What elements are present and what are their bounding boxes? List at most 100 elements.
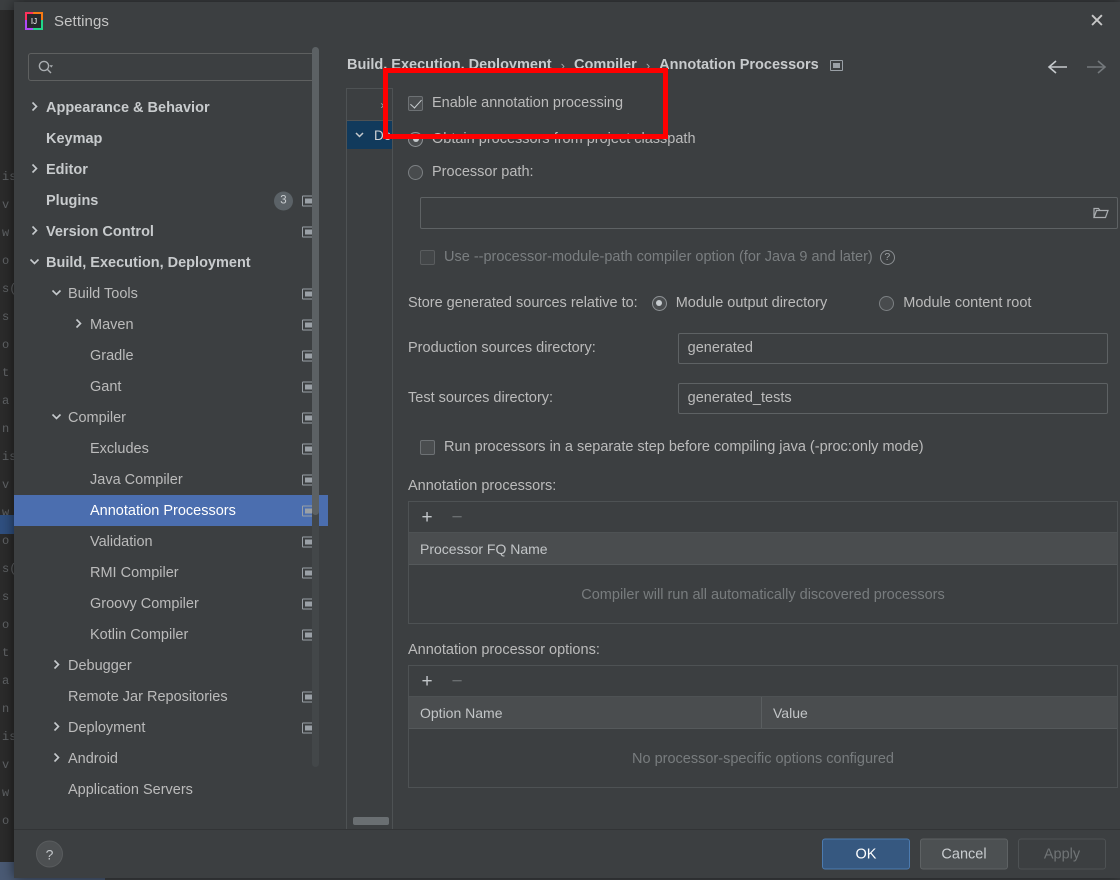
sidebar-item-debugger[interactable]: Debugger [14,650,328,681]
sidebar-item-label: Application Servers [68,781,193,798]
dialog-titlebar: IJ Settings ✕ [14,2,1120,41]
enable-annotation-processing-checkbox[interactable] [408,95,423,111]
production-sources-input[interactable] [677,332,1108,364]
breadcrumb-item[interactable]: Compiler [574,57,637,73]
arrow-left-icon[interactable] [1042,52,1074,82]
background-code-char: a [2,394,10,408]
processor-path-input[interactable] [420,197,1118,229]
sidebar-item-java-compiler[interactable]: Java Compiler [14,464,328,495]
background-code-char: n [2,422,10,436]
module-content-root-radio[interactable] [879,295,895,311]
sidebar-item-label: Groovy Compiler [90,595,199,612]
sidebar-item-kotlin-compiler[interactable]: Kotlin Compiler [14,619,328,650]
sidebar-item-editor[interactable]: Editor [14,154,328,185]
annotation-processors-body[interactable]: Compiler will run all automatically disc… [409,565,1117,624]
production-sources-row: Production sources directory: [408,329,1108,367]
annotation-processors-label: Annotation processors: [408,478,557,494]
column-header-value[interactable]: Value [761,697,1117,728]
chevron-down-icon[interactable] [50,410,65,425]
sidebar-item-label: Kotlin Compiler [90,626,189,643]
use-processor-module-path-checkbox[interactable] [420,249,435,265]
breadcrumb-item[interactable]: Build, Execution, Deployment [347,57,552,73]
test-sources-input[interactable] [677,382,1108,414]
sidebar-item-appearance-behavior[interactable]: Appearance & Behavior [14,92,328,123]
chevron-right-icon[interactable] [28,224,43,239]
chevron-right-icon[interactable] [28,100,43,115]
obtain-from-classpath-label: Obtain processors from project classpath [432,131,696,147]
module-strip-row[interactable]: De [347,121,392,149]
settings-dialog: IJ Settings ✕ Appearance & Behavior Keyma… [14,2,1120,878]
remove-option-button[interactable]: − [449,672,465,691]
sidebar-item-android[interactable]: Android [14,743,328,774]
background-code-char: a [2,674,10,688]
intellij-idea-logo-icon: IJ [24,11,44,31]
obtain-from-classpath-row[interactable]: Obtain processors from project classpath [408,122,1108,156]
sidebar-item-plugins[interactable]: Plugins 3 [14,185,328,216]
dialog-footer: ? OK Cancel Apply [14,829,1120,878]
add-option-button[interactable]: + [419,672,435,691]
chevron-down-icon[interactable] [50,286,65,301]
sidebar-item-annotation-processors[interactable]: Annotation Processors [14,495,328,526]
sidebar-item-maven[interactable]: Maven [14,309,328,340]
enable-annotation-processing-row[interactable]: Enable annotation processing [408,88,1108,118]
ok-button[interactable]: OK [822,838,910,870]
add-processor-button[interactable]: + [419,508,435,527]
run-separate-step-checkbox[interactable] [420,439,435,455]
sidebar-item-compiler[interactable]: Compiler [14,402,328,433]
run-separate-step-row[interactable]: Run processors in a separate step before… [420,430,1108,464]
cancel-button[interactable]: Cancel [920,838,1008,870]
processor-path-row[interactable]: Processor path: [408,156,1108,188]
dialog-buttons: OK Cancel Apply [822,838,1106,870]
annotation-processor-options-body[interactable]: No processor-specific options configured [409,729,1117,788]
chevron-right-icon[interactable] [50,751,65,766]
settings-tree[interactable]: Appearance & Behavior Keymap Editor Plugins… [14,92,328,830]
sidebar-item-rmi-compiler[interactable]: RMI Compiler [14,557,328,588]
sidebar-item-label: Editor [46,161,88,178]
sidebar-item-gant[interactable]: Gant [14,371,328,402]
search-input[interactable] [54,55,317,79]
use-processor-module-path-row[interactable]: Use --processor-module-path compiler opt… [420,240,1108,274]
background-code-char: o [2,338,10,352]
help-button[interactable]: ? [36,840,63,868]
sidebar-item-groovy-compiler[interactable]: Groovy Compiler [14,588,328,619]
remove-processor-button[interactable]: − [449,508,465,527]
sidebar-item-keymap[interactable]: Keymap [14,123,328,154]
chevron-right-icon[interactable] [50,720,65,735]
chevron-right-icon[interactable] [50,658,65,673]
module-output-directory-radio[interactable] [651,295,667,311]
chevron-down-icon[interactable] [28,255,43,270]
column-header-processor-fq-name[interactable]: Processor FQ Name [409,533,1117,564]
processor-path-radio[interactable] [408,164,423,180]
sidebar-item-remote-jar-repositories[interactable]: Remote Jar Repositories [14,681,328,712]
apply-button[interactable]: Apply [1018,838,1106,870]
sidebar-item-validation[interactable]: Validation [14,526,328,557]
nav-buttons [1042,52,1112,82]
module-strip-scrollbar-thumb[interactable] [353,817,389,825]
sidebar-scrollbar-thumb[interactable] [312,47,319,515]
sidebar-item-build-execution-deployment[interactable]: Build, Execution, Deployment [14,247,328,278]
panel-splitter[interactable] [328,40,336,830]
folder-icon[interactable] [1093,207,1109,220]
chevron-right-icon[interactable] [28,162,43,177]
help-circle-icon[interactable]: ? [879,249,895,265]
search-field[interactable] [28,53,318,81]
sidebar-item-version-control[interactable]: Version Control [14,216,328,247]
sidebar-item-build-tools[interactable]: Build Tools [14,278,328,309]
sidebar-item-gradle[interactable]: Gradle [14,340,328,371]
sidebar-item-deployment[interactable]: Deployment [14,712,328,743]
sidebar-item-label: Excludes [90,440,149,457]
annotation-processor-options-toolbar: + − [409,666,1117,697]
column-header-option-name[interactable]: Option Name [409,697,761,728]
sidebar-item-application-servers[interactable]: Application Servers [14,774,328,805]
store-relative-label: Store generated sources relative to: [408,295,638,311]
sidebar-item-excludes[interactable]: Excludes [14,433,328,464]
module-strip-expander[interactable]: » [347,89,392,121]
module-content-root-label: Module content root [903,295,1032,311]
sidebar-item-label: Gant [90,378,122,395]
breadcrumb-item[interactable]: Annotation Processors [659,57,819,73]
background-code-char: v [2,198,10,212]
obtain-from-classpath-radio[interactable] [408,131,423,147]
chevron-right-icon[interactable] [72,317,87,332]
arrow-right-icon[interactable] [1080,52,1112,82]
close-icon[interactable]: ✕ [1074,2,1120,40]
